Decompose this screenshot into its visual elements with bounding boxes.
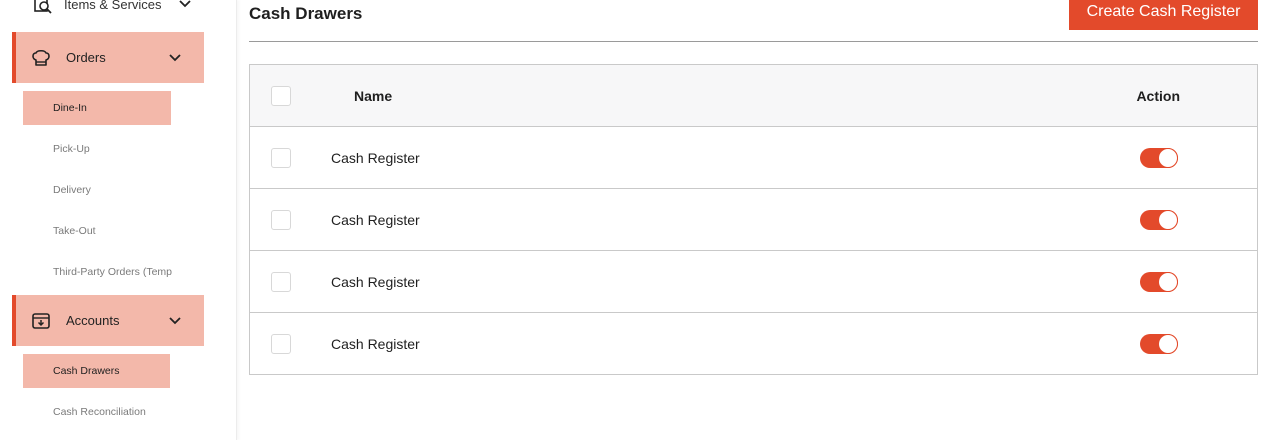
cash-drawers-table: Name Action Cash Register Cash Register … (249, 64, 1258, 375)
page-title: Cash Drawers (249, 4, 363, 23)
row-checkbox[interactable] (271, 209, 291, 230)
sidebar-group-orders[interactable]: Orders (12, 32, 204, 83)
chef-hat-icon (32, 49, 50, 66)
sidebar-item-dine-in[interactable]: Dine-In (23, 91, 171, 125)
enable-toggle[interactable] (1140, 271, 1178, 292)
sidebar-item-delivery[interactable]: Delivery (23, 173, 171, 207)
cash-register-icon (32, 312, 50, 329)
table-row: Cash Register (250, 251, 1257, 313)
chevron-down-icon (169, 53, 181, 61)
sidebar-item-take-out[interactable]: Take-Out (23, 214, 171, 248)
column-header-name: Name (354, 87, 393, 104)
sidebar-item-third-party-orders[interactable]: Third-Party Orders (Temp (23, 255, 183, 289)
sidebar-group-label: Orders (66, 50, 106, 65)
sidebar-group-label: Accounts (66, 313, 120, 328)
table-row: Cash Register (250, 313, 1257, 374)
search-document-icon (34, 0, 52, 14)
sidebar: Items & Services Orders Dine-In Pick-Up … (0, 0, 237, 440)
sidebar-item-label: Items & Services (64, 0, 162, 12)
chevron-down-icon (169, 316, 181, 324)
row-name: Cash Register (331, 273, 420, 290)
enable-toggle[interactable] (1140, 147, 1178, 168)
sidebar-item-items-services[interactable]: Items & Services (32, 0, 192, 16)
select-all-checkbox[interactable] (271, 85, 291, 106)
enable-toggle[interactable] (1140, 333, 1178, 354)
toggle-knob (1158, 271, 1178, 292)
main-content: Cash Drawers Create Cash Register Name A… (236, 0, 1275, 440)
table-row: Cash Register (250, 127, 1257, 189)
row-name: Cash Register (331, 211, 420, 228)
sidebar-group-accounts[interactable]: Accounts (12, 295, 204, 346)
table-row: Cash Register (250, 189, 1257, 251)
create-cash-register-button[interactable]: Create Cash Register (1069, 0, 1258, 30)
toggle-knob (1158, 333, 1178, 354)
toggle-knob (1158, 209, 1178, 230)
row-name: Cash Register (331, 149, 420, 166)
sidebar-item-cash-reconciliation[interactable]: Cash Reconciliation (23, 395, 171, 429)
sidebar-item-cash-drawers[interactable]: Cash Drawers (23, 354, 170, 388)
row-name: Cash Register (331, 335, 420, 352)
column-header-action: Action (1136, 87, 1180, 104)
chevron-down-icon (178, 0, 191, 8)
enable-toggle[interactable] (1140, 209, 1178, 230)
row-checkbox[interactable] (271, 271, 291, 292)
toggle-knob (1158, 147, 1178, 168)
sidebar-item-pick-up[interactable]: Pick-Up (23, 132, 171, 166)
divider (249, 41, 1258, 42)
row-checkbox[interactable] (271, 147, 291, 168)
table-header: Name Action (250, 65, 1257, 127)
row-checkbox[interactable] (271, 333, 291, 354)
